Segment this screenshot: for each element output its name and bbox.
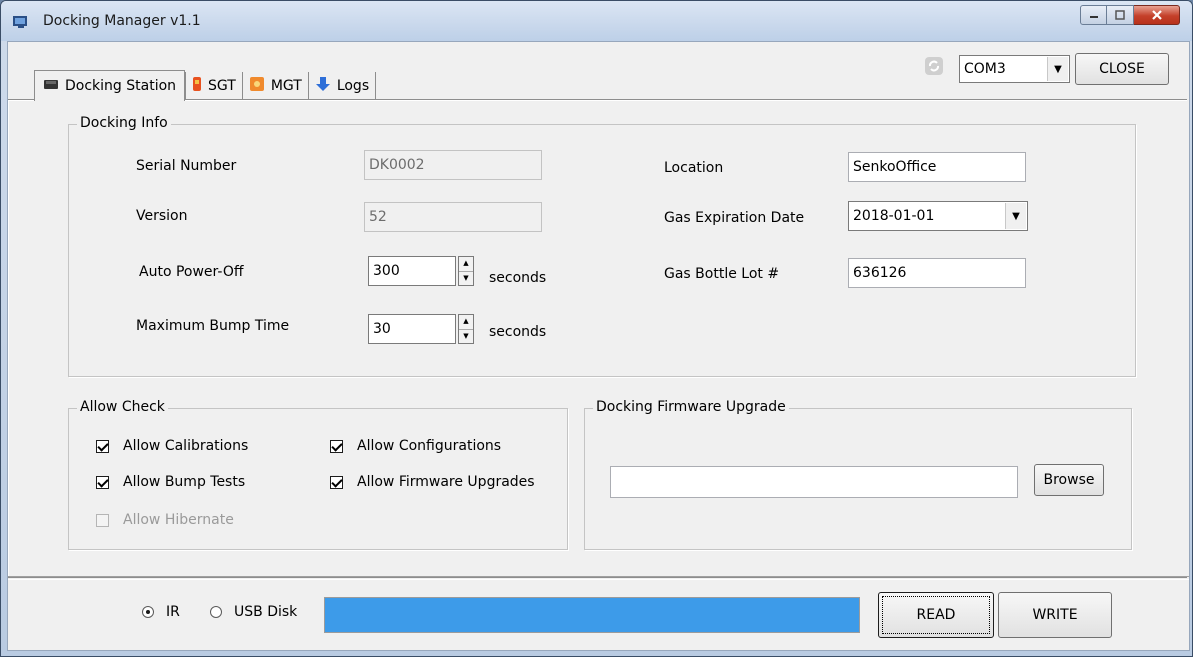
tab-mgt[interactable]: MGT [243,72,309,100]
tab-label: MGT [270,78,302,94]
location-field[interactable]: SenkoOffice [848,152,1026,182]
bottom-divider [8,576,1189,580]
download-arrow-icon [315,76,331,96]
browse-button[interactable]: Browse [1034,464,1104,496]
allow-hibernate-checkbox: Allow Hibernate [96,512,234,528]
gas-expiration-date-label: Gas Expiration Date [664,210,805,226]
progress-fill [325,598,859,632]
tab-strip: Docking Station SGT MGT Logs [34,70,377,101]
minimize-icon [1089,16,1098,18]
checkbox-box[interactable] [330,439,343,453]
radio-label: USB Disk [234,604,298,620]
minimize-button[interactable] [1080,5,1107,25]
allow-calibrations-checkbox[interactable]: Allow Calibrations [96,438,248,454]
gas-bottle-lot-field[interactable]: 636126 [848,258,1026,288]
maximum-bump-time-label: Maximum Bump Time [136,318,290,334]
tab-label: Docking Station [65,78,177,94]
mgt-detector-icon [249,76,265,96]
auto-power-off-unit: seconds [489,270,547,286]
chevron-down-icon[interactable]: ▼ [1047,57,1068,81]
gas-expiration-date-picker[interactable]: 2018-01-01 ▼ [848,201,1028,231]
group-title: Allow Check [77,399,168,415]
write-label: WRITE [1032,607,1078,623]
window-title: Docking Manager v1.1 [43,13,201,29]
checkbox-box[interactable] [330,475,343,489]
group-title: Docking Info [77,115,171,131]
version-field: 52 [364,202,542,232]
usb-disk-radio[interactable]: USB Disk [210,604,297,620]
tab-logs[interactable]: Logs [309,72,377,100]
version-label: Version [136,208,188,224]
read-button[interactable]: READ [878,592,994,638]
maximum-bump-time-stepper[interactable]: 30 ▲ ▼ [368,314,474,344]
maximum-bump-time-value[interactable]: 30 [368,314,456,344]
app-window: Docking Manager v1.1 Docking Station SGT… [0,0,1193,657]
checkbox-box[interactable] [96,475,109,489]
radio-circle[interactable] [210,606,222,618]
radio-label: IR [166,604,180,620]
close-port-label: CLOSE [1099,61,1145,77]
stepper-arrows[interactable]: ▲ ▼ [458,256,474,286]
allow-firmware-upgrades-checkbox[interactable]: Allow Firmware Upgrades [330,474,535,490]
auto-power-off-stepper[interactable]: 300 ▲ ▼ [368,256,474,286]
serial-number-field: DK0002 [364,150,542,180]
read-label: READ [916,607,956,623]
arrow-down-icon[interactable]: ▼ [459,330,473,344]
tab-label: Logs [336,78,370,94]
tab-sgt[interactable]: SGT [185,72,243,100]
title-bar[interactable]: Docking Manager v1.1 [1,1,1192,41]
stepper-arrows[interactable]: ▲ ▼ [458,314,474,344]
window-close-button[interactable] [1134,5,1180,25]
maximize-icon [1115,10,1125,20]
browse-label: Browse [1043,472,1095,488]
refresh-icon[interactable] [924,56,944,76]
firmware-path-field[interactable] [610,466,1018,498]
docking-station-icon [43,78,59,94]
close-port-button[interactable]: CLOSE [1075,53,1169,85]
serial-number-label: Serial Number [136,158,237,174]
radio-circle[interactable] [142,606,154,618]
tab-label: SGT [208,78,236,94]
app-icon [13,15,29,29]
progress-bar [324,597,860,633]
checkbox-label: Allow Hibernate [123,512,234,528]
gas-bottle-lot-label: Gas Bottle Lot # [664,266,780,282]
checkbox-label: Allow Configurations [357,438,502,454]
arrow-down-icon[interactable]: ▼ [459,272,473,286]
close-icon [1151,10,1162,20]
location-label: Location [664,160,724,176]
group-title: Docking Firmware Upgrade [593,399,789,415]
com-port-value: COM3 [964,61,1006,77]
tab-docking-station[interactable]: Docking Station [34,70,186,101]
write-button[interactable]: WRITE [998,592,1112,638]
checkbox-box[interactable] [96,439,109,453]
allow-bump-tests-checkbox[interactable]: Allow Bump Tests [96,474,245,490]
com-port-select[interactable]: COM3 ▼ [959,55,1070,83]
arrow-up-icon[interactable]: ▲ [459,315,473,330]
checkbox-box [96,513,109,527]
sgt-detector-icon [192,76,202,96]
auto-power-off-value[interactable]: 300 [368,256,456,286]
chevron-down-icon[interactable]: ▼ [1005,203,1026,229]
ir-radio[interactable]: IR [142,604,180,620]
gas-expiration-date-value: 2018-01-01 [853,208,935,224]
checkbox-label: Allow Firmware Upgrades [357,474,535,490]
arrow-up-icon[interactable]: ▲ [459,257,473,272]
client-area: Docking Station SGT MGT Logs COM3 ▼ CLOS… [7,41,1190,651]
checkbox-label: Allow Calibrations [123,438,249,454]
maximum-bump-time-unit: seconds [489,324,547,340]
maximize-button[interactable] [1107,5,1134,25]
checkbox-label: Allow Bump Tests [123,474,246,490]
allow-configurations-checkbox[interactable]: Allow Configurations [330,438,501,454]
auto-power-off-label: Auto Power-Off [139,264,244,280]
